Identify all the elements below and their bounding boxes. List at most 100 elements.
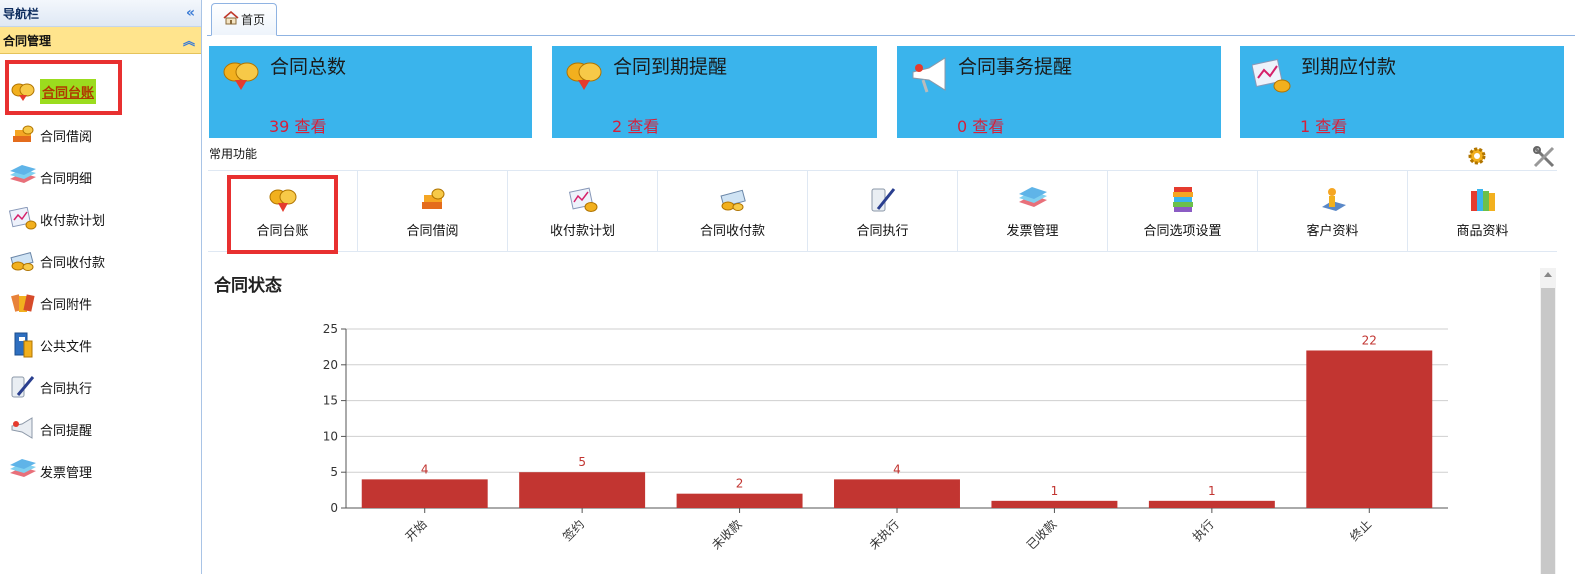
sidebar-item-contract-reminder[interactable]: 合同提醒 <box>8 414 92 444</box>
stat-title: 合同总数 <box>270 56 347 78</box>
sidebar-item-invoice[interactable]: 发票管理 <box>8 456 92 486</box>
data-label: 4 <box>893 462 901 476</box>
sidebar-item-label: 合同执行 <box>40 381 93 397</box>
sidebar-item-label: 合同明细 <box>40 171 93 187</box>
stat-count-link[interactable]: 39 查看 <box>269 113 326 137</box>
active-highlight-box <box>5 60 122 115</box>
money-icon <box>8 247 38 275</box>
books-icon <box>8 121 38 149</box>
common-functions-title: 常用功能 <box>209 147 258 161</box>
pen-paper-icon <box>867 184 899 216</box>
func-contract-ledger[interactable]: 合同台账 <box>208 171 358 254</box>
chevron-up-icon[interactable]: ︽ <box>183 32 195 49</box>
func-product-info[interactable]: 商品资料 <box>1408 171 1557 251</box>
stat-count-link[interactable]: 2 查看 <box>612 113 659 137</box>
sidebar: 导航栏 « 合同管理 ︽ 合同台账 合同借阅 合同明细 收付款计划 合同收付款 … <box>0 0 202 574</box>
bar <box>1306 350 1433 508</box>
tab-home[interactable]: 首页 <box>211 3 277 36</box>
contract-status-chart: 0 5 10 15 20 25 4 开始 5 签约 2 未收款 4 未执行 1 已收款 1 执行 22 终止 <box>323 322 1448 552</box>
stat-card-total[interactable]: 合同总数 39 查看 <box>209 46 532 138</box>
func-label: 合同收付款 <box>699 224 765 239</box>
chart-coins-icon <box>1251 56 1292 96</box>
x-tick-label: 签约 <box>560 516 588 544</box>
stat-count-link[interactable]: 0 查看 <box>957 113 1004 137</box>
stat-title: 合同事务提醒 <box>958 56 1073 78</box>
x-tick-label: 未执行 <box>867 517 902 552</box>
scroll-up-arrow-icon[interactable] <box>1544 272 1552 277</box>
y-tick-label: 10 <box>323 429 338 443</box>
sidebar-item-public-files[interactable]: 公共文件 <box>8 330 92 360</box>
func-invoice[interactable]: 发票管理 <box>958 171 1108 251</box>
data-label: 1 <box>1051 484 1059 498</box>
stat-card-expiry[interactable]: 合同到期提醒 2 查看 <box>552 46 877 138</box>
sidebar-header: 导航栏 « <box>0 0 201 27</box>
sidebar-item-label: 合同借阅 <box>40 129 93 145</box>
books-icon <box>417 184 449 216</box>
sidebar-item-contract-execution[interactable]: 合同执行 <box>8 372 92 402</box>
stat-card-payable[interactable]: 到期应付款 1 查看 <box>1240 46 1564 138</box>
chart-coins-icon <box>567 184 599 216</box>
sidebar-item-label: 发票管理 <box>40 465 93 481</box>
tools-icon[interactable] <box>1532 145 1556 173</box>
vertical-scrollbar[interactable] <box>1540 268 1556 574</box>
data-label: 4 <box>421 462 429 476</box>
bar <box>519 472 646 508</box>
x-tick-label: 开始 <box>403 517 430 544</box>
sidebar-item-contract-borrow[interactable]: 合同借阅 <box>8 120 92 150</box>
y-tick-label: 20 <box>323 358 338 372</box>
invoice-icon <box>1017 184 1049 216</box>
tab-label: 首页 <box>240 13 265 27</box>
tab-bar: 首页 <box>207 0 1575 36</box>
bar <box>676 493 803 508</box>
binder-icon <box>8 331 38 359</box>
y-tick-label: 5 <box>330 465 338 479</box>
func-label: 合同台账 <box>256 224 309 239</box>
func-label: 商品资料 <box>1456 224 1509 239</box>
x-tick-label: 已收款 <box>1024 517 1059 552</box>
gear-icon[interactable] <box>1466 146 1488 170</box>
stat-card-affairs[interactable]: 合同事务提醒 0 查看 <box>897 46 1221 138</box>
main-content: 首页 合同总数 39 查看 合同到期提醒 2 查看 合同事务提醒 0 查看 到期… <box>207 0 1575 574</box>
func-contract-borrow[interactable]: 合同借阅 <box>358 171 508 251</box>
sidebar-item-payment-plan[interactable]: 收付款计划 <box>8 204 105 234</box>
scrollbar-thumb[interactable] <box>1541 288 1555 574</box>
sidebar-item-label: 收付款计划 <box>40 213 106 229</box>
menu-group-header[interactable]: 合同管理 ︽ <box>0 27 201 54</box>
attachment-icon <box>8 289 38 317</box>
func-payment-plan[interactable]: 收付款计划 <box>508 171 658 251</box>
folders-icon <box>1467 184 1499 216</box>
data-label: 1 <box>1208 484 1216 498</box>
data-label: 2 <box>736 477 744 491</box>
collapse-sidebar-icon[interactable]: « <box>186 5 195 21</box>
sidebar-item-contract-attachment[interactable]: 合同附件 <box>8 288 92 318</box>
data-label: 5 <box>578 455 586 469</box>
func-customer-info[interactable]: 客户资料 <box>1258 171 1408 251</box>
stat-title: 合同到期提醒 <box>613 56 728 78</box>
func-contract-options[interactable]: 合同选项设置 <box>1108 171 1258 251</box>
sidebar-item-label: 合同附件 <box>40 297 93 313</box>
func-label: 客户资料 <box>1306 224 1359 239</box>
stat-count-link[interactable]: 1 查看 <box>1300 113 1347 137</box>
y-tick-label: 25 <box>323 322 338 336</box>
func-contract-payment[interactable]: 合同收付款 <box>658 171 808 251</box>
y-tick-label: 0 <box>330 501 338 515</box>
common-functions-bar: 合同台账 合同借阅 收付款计划 合同收付款 合同执行 发票管理 合同选项设置 客… <box>208 170 1557 254</box>
sidebar-item-label: 合同提醒 <box>40 423 93 439</box>
y-tick-label: 15 <box>323 394 338 408</box>
money-icon <box>717 184 749 216</box>
sidebar-item-label: 合同收付款 <box>40 255 106 271</box>
func-label: 合同执行 <box>856 224 909 239</box>
x-tick-label: 未收款 <box>709 517 744 552</box>
bar <box>834 479 960 508</box>
sidebar-item-contract-payment[interactable]: 合同收付款 <box>8 246 105 276</box>
sidebar-item-contract-detail[interactable]: 合同明细 <box>8 162 92 192</box>
coins-icon <box>221 56 261 96</box>
coins-icon <box>267 184 299 216</box>
megaphone-icon <box>8 415 38 443</box>
data-label: 22 <box>1362 333 1377 347</box>
x-tick-label: 执行 <box>1190 517 1217 544</box>
customer-icon <box>1317 184 1349 216</box>
chart-panel: 合同状态 0 5 10 15 20 25 4 开始 5 签约 2 未收款 4 未执行 1 已收款 1 执行 22 终止 <box>208 264 1538 574</box>
func-contract-execution[interactable]: 合同执行 <box>808 171 958 251</box>
func-label: 合同借阅 <box>406 224 459 239</box>
